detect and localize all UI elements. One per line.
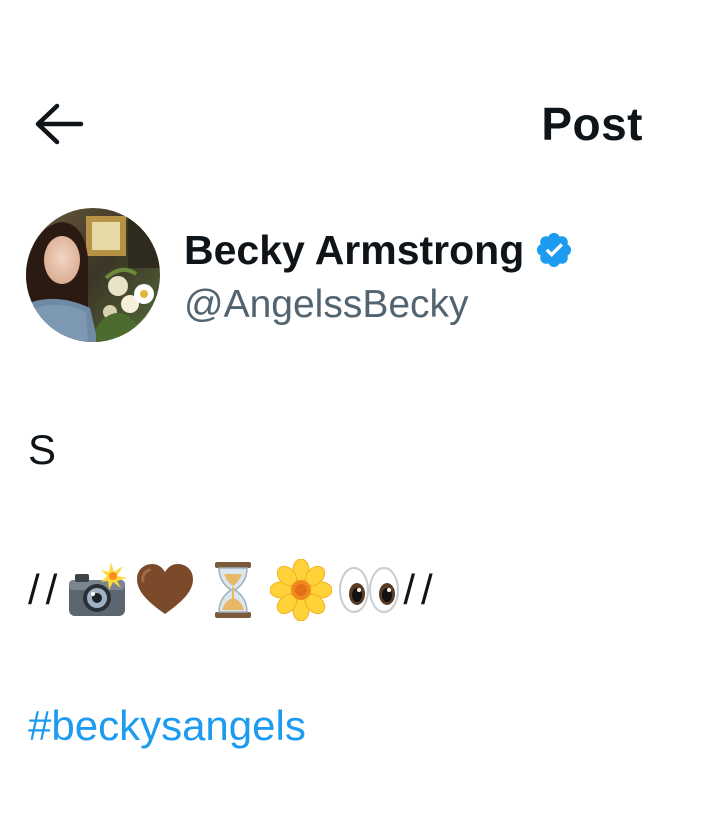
display-name: Becky Armstrong (184, 227, 525, 273)
avatar-image (26, 208, 160, 342)
eyes-icon (336, 557, 402, 623)
slashes-prefix: // (28, 566, 64, 613)
blossom-icon (268, 557, 334, 623)
tweet-author: Becky Armstrong @AngelssBecky (26, 208, 686, 344)
verified-badge-icon (534, 230, 574, 270)
tweet-line-2: // // (28, 557, 439, 623)
tweet-line-1: S (28, 426, 57, 473)
hashtag-link[interactable]: #beckysangels (28, 701, 306, 751)
avatar[interactable] (26, 208, 160, 342)
arrow-left-icon (35, 103, 84, 145)
brown-heart-icon (132, 557, 198, 623)
page-title: Post (541, 98, 643, 150)
hourglass-icon (200, 557, 266, 623)
back-button[interactable] (24, 94, 94, 154)
display-name-row[interactable]: Becky Armstrong (184, 226, 574, 274)
slashes-suffix: // (403, 566, 439, 613)
camera-flash-icon (64, 557, 130, 623)
user-handle[interactable]: @AngelssBecky (184, 282, 469, 328)
top-bar: Post (0, 80, 701, 170)
